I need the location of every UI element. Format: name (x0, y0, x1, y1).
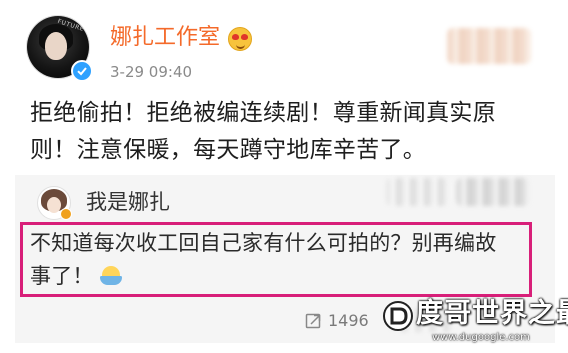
verified-check-icon (71, 60, 93, 82)
blurred-follow-area (447, 28, 531, 64)
blurred-comment-meta (386, 178, 448, 206)
dugoogle-logo-icon (383, 301, 413, 331)
heart-eyes-emoji-icon (228, 27, 252, 51)
author-name[interactable]: 娜扎工作室 (110, 23, 220, 53)
commenter-verified-icon (60, 208, 72, 220)
watermark-url: www.dugoogle.com (432, 332, 530, 343)
post-text-line: 则！注意保暖，每天蹲守地库辛苦了。 (30, 137, 427, 163)
repost-icon[interactable] (305, 312, 323, 330)
post-time: 3-29 09:40 (110, 63, 193, 81)
weibo-post-screen: FUTURE 娜扎工作室 3-29 09:40 拒绝偷拍！拒绝被编连续剧！尊重新… (0, 0, 568, 353)
watermark-title: 度哥世界之最 (416, 298, 568, 329)
comment-text-line: 不知道每次收工回自己家有什么可拍的？别再编故 (30, 231, 497, 255)
post-text-line: 拒绝偷拍！拒绝被编连续剧！尊重新闻真实原 (30, 100, 496, 126)
avatar-face (45, 32, 67, 60)
repost-count[interactable]: 1496 (328, 311, 369, 330)
comment-text-line-2: 事了！ (30, 260, 530, 293)
post-text: 拒绝偷拍！拒绝被编连续剧！尊重新闻真实原 则！注意保暖，每天蹲守地库辛苦了。 (30, 95, 530, 169)
comment-text: 不知道每次收工回自己家有什么可拍的？别再编故 事了！ (30, 227, 530, 293)
watermark: 度哥世界之最 www.dugoogle.com (382, 296, 568, 350)
commenter-name[interactable]: 我是娜扎 (86, 188, 170, 216)
blurred-comment-meta (456, 178, 530, 206)
happy-emoji-icon (99, 266, 122, 286)
